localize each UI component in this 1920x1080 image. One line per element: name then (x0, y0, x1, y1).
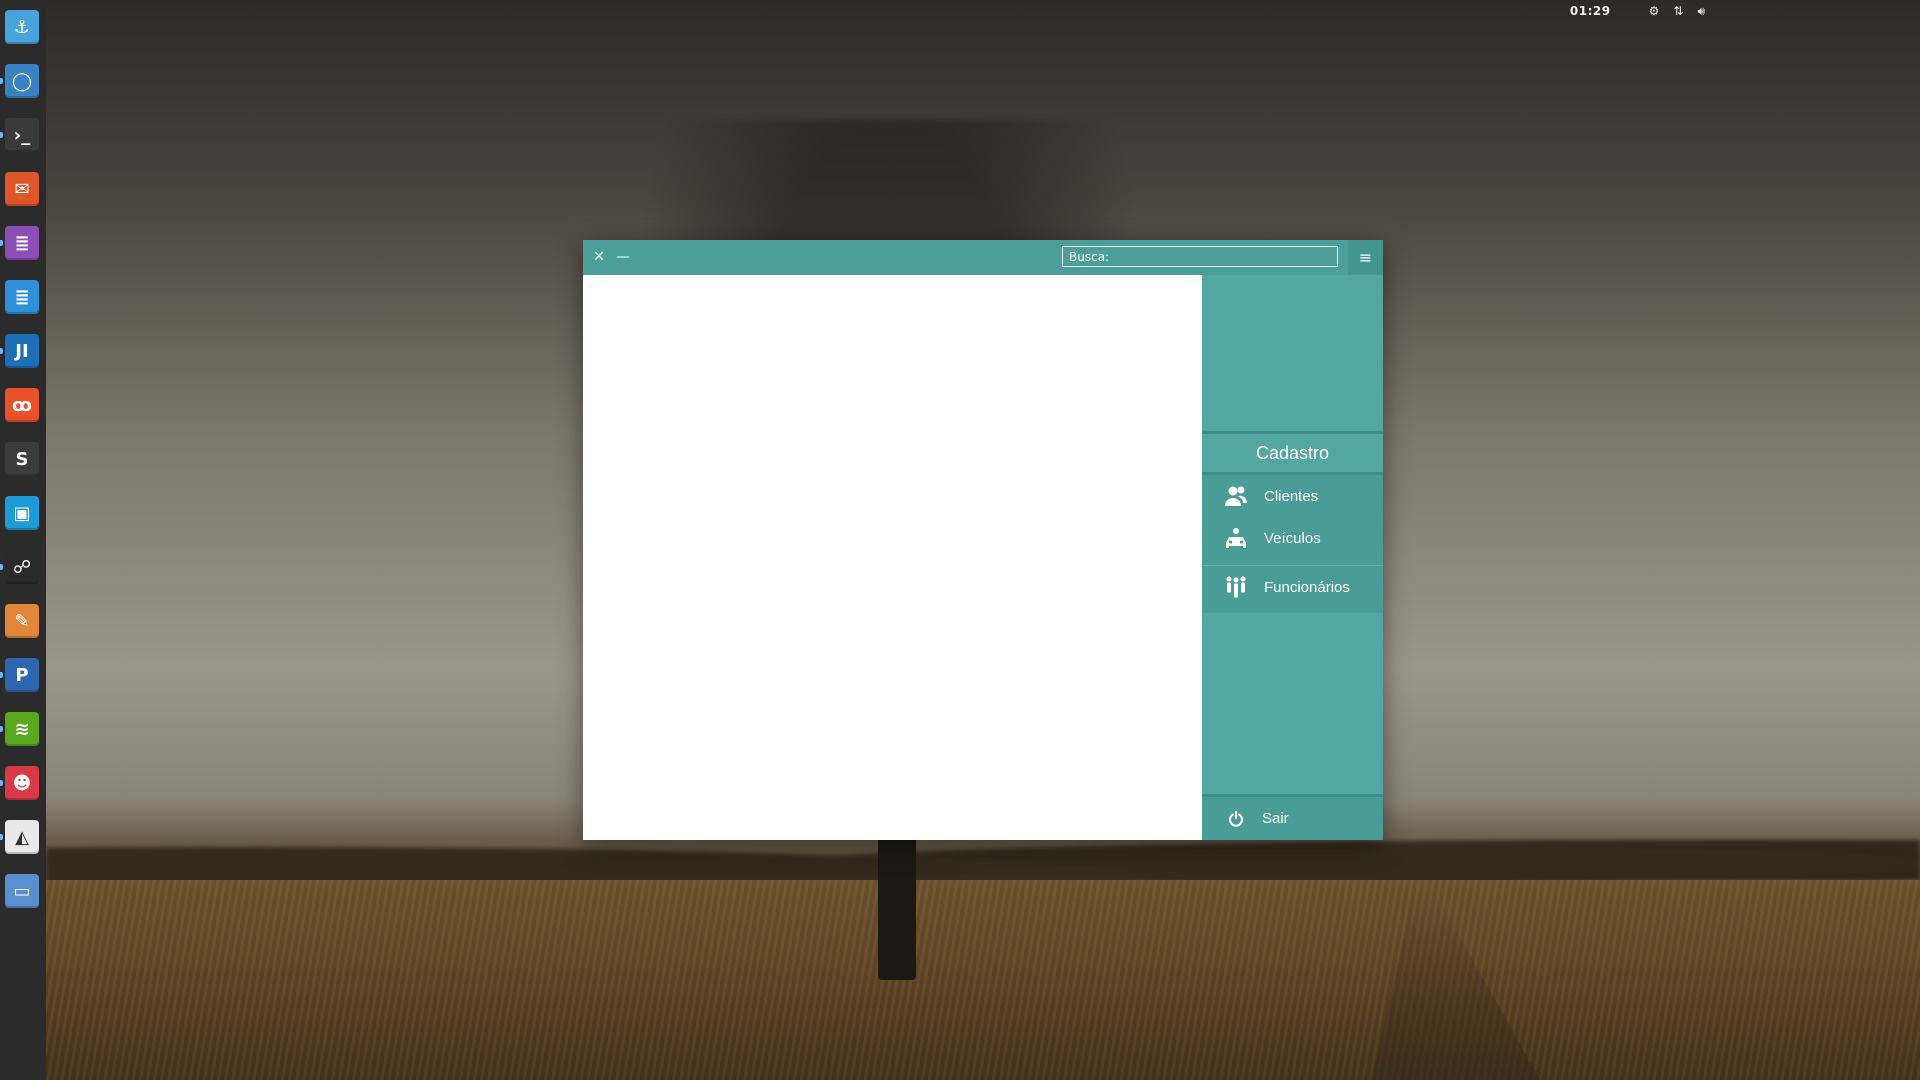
running-indicator (0, 348, 3, 354)
running-indicator (0, 834, 3, 840)
section-title: Cadastro (1202, 431, 1383, 475)
steam-icon[interactable]: ☍ (5, 550, 39, 584)
minimize-button[interactable]: — (613, 247, 633, 267)
mail-icon[interactable]: ✉ (5, 172, 39, 206)
car-icon (1214, 527, 1258, 549)
gear-icon[interactable]: ⚙ (1649, 5, 1660, 17)
window-icon[interactable]: ▭ (5, 874, 39, 908)
pencil-p-icon[interactable]: P (5, 658, 39, 692)
sidebar-item-label: Funcionários (1264, 578, 1350, 596)
sublime-icon[interactable]: S (5, 442, 39, 476)
anchor-icon[interactable]: ⚓ (5, 10, 39, 44)
title-bar[interactable]: ✕ — ≡ (583, 240, 1383, 275)
sidebar-item-label: Veículos (1264, 529, 1321, 547)
intellij-icon[interactable]: JI (5, 334, 39, 368)
document-icon[interactable]: ≣ (5, 280, 39, 314)
running-indicator (0, 78, 3, 84)
system-tray: 01:29 ⚙ ⇅ 🔊︎ (1570, 0, 1705, 22)
text-editor-icon[interactable]: ≣ (5, 226, 39, 260)
users-icon (1214, 485, 1258, 507)
game-icon[interactable]: ☻ (5, 766, 39, 800)
content-area (583, 275, 1202, 840)
hamburger-icon: ≡ (1358, 248, 1373, 267)
exit-label: Sair (1262, 810, 1289, 827)
xampp-icon[interactable]: ꝏ (5, 388, 39, 422)
sidebar-item-clientes[interactable]: Clientes (1202, 475, 1383, 517)
running-indicator (0, 240, 3, 246)
close-button[interactable]: ✕ (589, 247, 609, 267)
minimize-icon: — (616, 249, 630, 265)
network-icon[interactable]: ⇅ (1673, 5, 1683, 17)
app-window: ✕ — ≡ Cadastro Clientes Veículos (583, 240, 1383, 840)
sidebar-menu: Clientes Veículos Funcionários (1202, 475, 1383, 613)
spotify-icon[interactable]: ≋ (5, 712, 39, 746)
inkscape-icon[interactable]: ◭ (5, 820, 39, 854)
monitor-icon[interactable]: ▣ (5, 496, 39, 530)
running-indicator (0, 780, 3, 786)
terminal-icon[interactable]: ›_ (5, 118, 39, 152)
running-indicator (0, 132, 3, 138)
sidebar-item-funcionarios[interactable]: Funcionários (1202, 565, 1383, 608)
employees-icon (1214, 575, 1258, 599)
running-indicator (0, 564, 3, 570)
wallpaper-field (46, 880, 1920, 1080)
running-indicator (0, 672, 3, 678)
dock: ⚓ ◯ ›_ ✉ ≣ ≣ JI ꝏ S ▣ ☍ ✎ P ≋ ☻ ◭ ▭ (0, 0, 46, 1080)
gimp-icon[interactable]: ✎ (5, 604, 39, 638)
volume-icon[interactable]: 🔊︎ (1697, 5, 1705, 17)
running-indicator (0, 726, 3, 732)
sidebar-item-label: Clientes (1264, 487, 1319, 505)
menu-button[interactable]: ≡ (1348, 240, 1383, 275)
exit-button[interactable]: Sair (1202, 794, 1383, 840)
close-icon: ✕ (593, 249, 605, 265)
clock[interactable]: 01:29 (1570, 4, 1611, 18)
power-icon (1216, 810, 1256, 827)
search-input[interactable] (1062, 246, 1338, 267)
sidebar: Cadastro Clientes Veículos Funcionários (1202, 275, 1383, 840)
sidebar-item-veiculos[interactable]: Veículos (1202, 517, 1383, 559)
chromium-icon[interactable]: ◯ (5, 64, 39, 98)
